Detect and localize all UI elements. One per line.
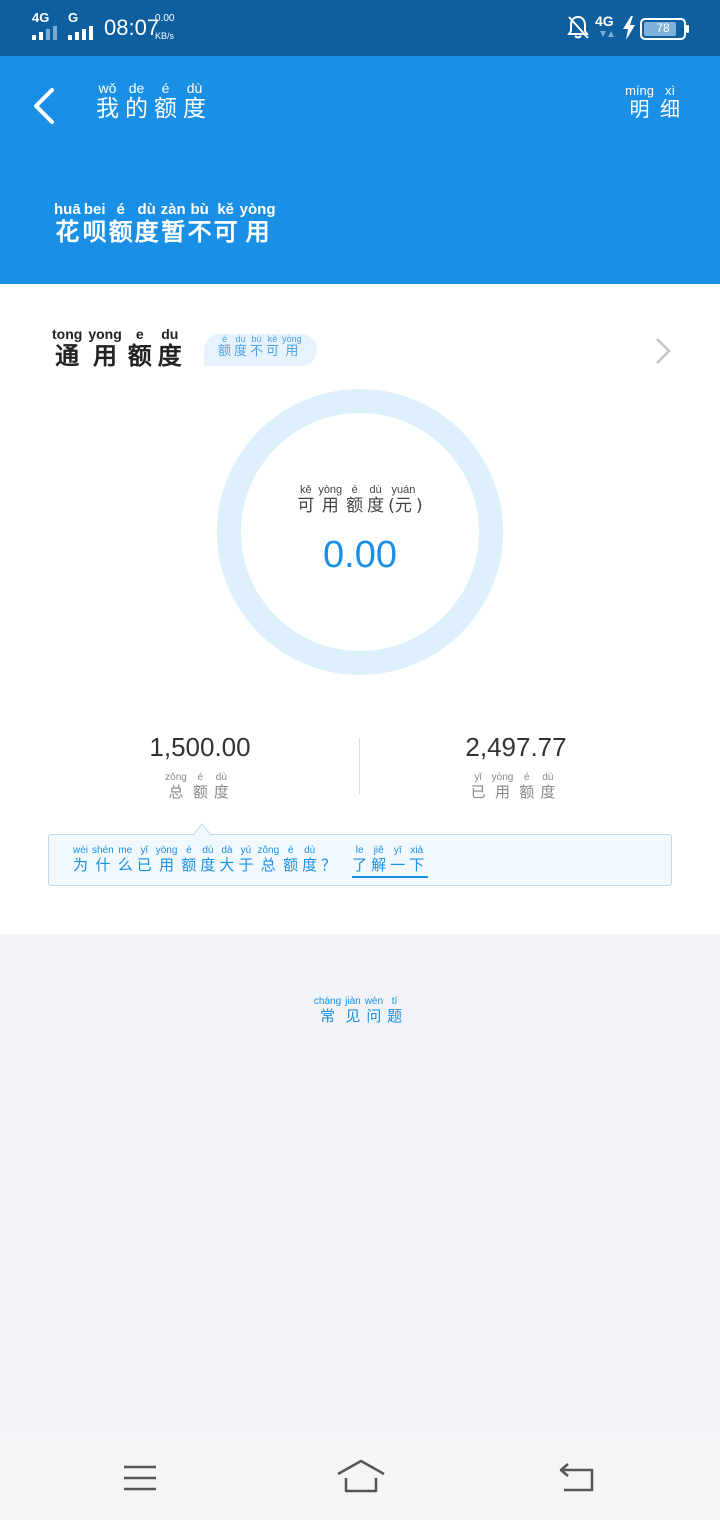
pinyin-char: 常cháng [313,996,342,1025]
pinyin-char: 什shén [92,845,114,874]
pinyin-char: 度dù [302,845,318,874]
network-type-label-2: G [68,10,79,25]
pinyin-char: 问wèn [364,996,384,1025]
clock: 08:07 [104,15,160,40]
battery-icon: 78 [640,18,689,40]
pinyin-char: 见jiàn [345,996,361,1025]
pinyin-char: 度dù [213,772,229,801]
pinyin-char: 大dà [219,845,235,874]
general-quota-title: 通tong用yong额e度du [52,326,188,371]
bell-muted-icon [567,15,589,39]
pinyin-char: 解jiě [371,845,387,874]
tip-pointer [193,823,211,836]
status-bar: 4G G 08:07 0.00 KB/s 4G 78 [0,0,720,56]
pinyin-char: 已yǐ [470,772,486,801]
menu-icon[interactable] [122,1464,158,1494]
network-type-label: 4G [32,10,50,25]
pinyin-char: 总zǒng [165,772,187,801]
available-quota-label: 可kě用yòng额é度dù(元yuán) [297,484,423,516]
pinyin-char: 不bù [250,334,264,359]
pinyin-char: 用yòng [491,772,514,801]
faq-link[interactable]: 常cháng见jiàn问wèn题tí [0,996,720,1026]
pinyin-char: 题tí [387,996,403,1025]
pinyin-char: 额é [283,845,299,874]
data-arrows-icon [600,31,614,37]
pinyin-char: 额é [218,334,232,359]
available-amount: 0.00 [323,534,397,576]
pinyin-char: 暂zàn [160,201,186,246]
charging-icon [623,16,635,40]
pinyin-char: 用yong [88,326,122,370]
pinyin-char: 于yú [238,845,254,874]
pinyin-char: 额e [127,326,152,370]
navigation-bar [0,1434,720,1520]
header: 我wǒ的de额é度dù 明míng细xì 花huā呗bei额é度dù暂zàn不b… [0,56,720,284]
pinyin-char: 度du [234,334,248,359]
page-title: 我wǒ 的de 额é 度dù [96,80,212,123]
pinyin-char: 用yòng [318,484,343,516]
pinyin-char: 用yòng [239,201,276,246]
pinyin-char: 总zǒng [257,845,280,874]
pinyin-char: 为wèi [73,845,89,874]
pinyin-char: 可kě [266,334,280,359]
pinyin-char: 度dù [200,845,216,874]
pinyin-char: 额é [181,845,197,874]
home-icon[interactable] [334,1458,388,1494]
quota-card: 通tong用yong额e度du 额é度du不bù可kě用yòng 可kě用yòn… [0,284,720,934]
pinyin-char: 可kě [297,484,315,516]
pinyin-char: 细xì [660,83,680,121]
available-quota-ring [217,389,503,675]
used-amount: 2,497.77 [465,732,567,762]
overuse-tip-box: 为wèi什shén么me已yǐ用yòng额é度dù大dà于yú总zǒng额é度d… [48,823,672,886]
pinyin-char: 额é [154,80,177,122]
details-link[interactable]: 明míng 细xì [619,83,680,122]
pinyin-char: 度dù [540,772,556,801]
pinyin-char: 呗bei [82,201,107,246]
pinyin-char: 额é [108,201,133,246]
total-amount: 1,500.00 [149,732,251,762]
pinyin-char: 的de [125,80,148,122]
network-type-label-3: 4G [595,13,614,29]
learn-more-link[interactable]: 了le解jiě一yī下xià [352,845,429,878]
pinyin-char: 了le [352,845,368,874]
quota-status-badge: 额é度du不bù可kě用yòng [204,334,317,366]
pinyin-char: 花huā [54,201,81,246]
overuse-tip-text: 为wèi什shén么me已yǐ用yòng额é度dù大dà于yú总zǒng额é度d… [73,845,429,878]
pinyin-char: 已yǐ [136,845,152,874]
ring-track [217,389,503,675]
back-arrow-icon[interactable] [30,86,56,126]
chevron-right-icon[interactable] [652,336,674,366]
pinyin-char: ？ [321,856,337,874]
pinyin-char: 度dù [134,201,159,246]
quota-unavailable-notice: 花huā呗bei额é度dù暂zàn不bù可kě用yòng [54,201,278,247]
pinyin-char: 明míng [625,83,654,121]
pinyin-char: 不bù [187,201,212,246]
pinyin-char: 我wǒ [96,80,119,122]
pinyin-char: 额é [192,772,208,801]
back-icon[interactable] [558,1462,600,1494]
pinyin-char: 用yòng [155,845,178,874]
pinyin-char: 用yòng [282,334,302,359]
pinyin-char: 可kě [213,201,238,246]
pinyin-char: 么me [117,845,133,874]
pinyin-char: 额é [346,484,364,516]
pinyin-char: 额é [519,772,535,801]
pinyin-char: 度du [157,326,182,370]
pinyin-char: 下xià [409,845,425,874]
pinyin-char: 度dù [367,484,385,516]
pinyin-char: 一yī [390,845,406,874]
speed-unit: KB/s [155,31,175,41]
battery-level: 78 [656,21,670,35]
total-quota-label: 总zǒng额é 度dù [40,772,360,802]
speed-value: 0.00 [155,13,175,24]
pinyin-char: 通tong [52,326,83,370]
used-quota-label: 已yǐ 用yòng额é 度dù [360,772,672,802]
pinyin-char: 度dù [183,80,206,122]
